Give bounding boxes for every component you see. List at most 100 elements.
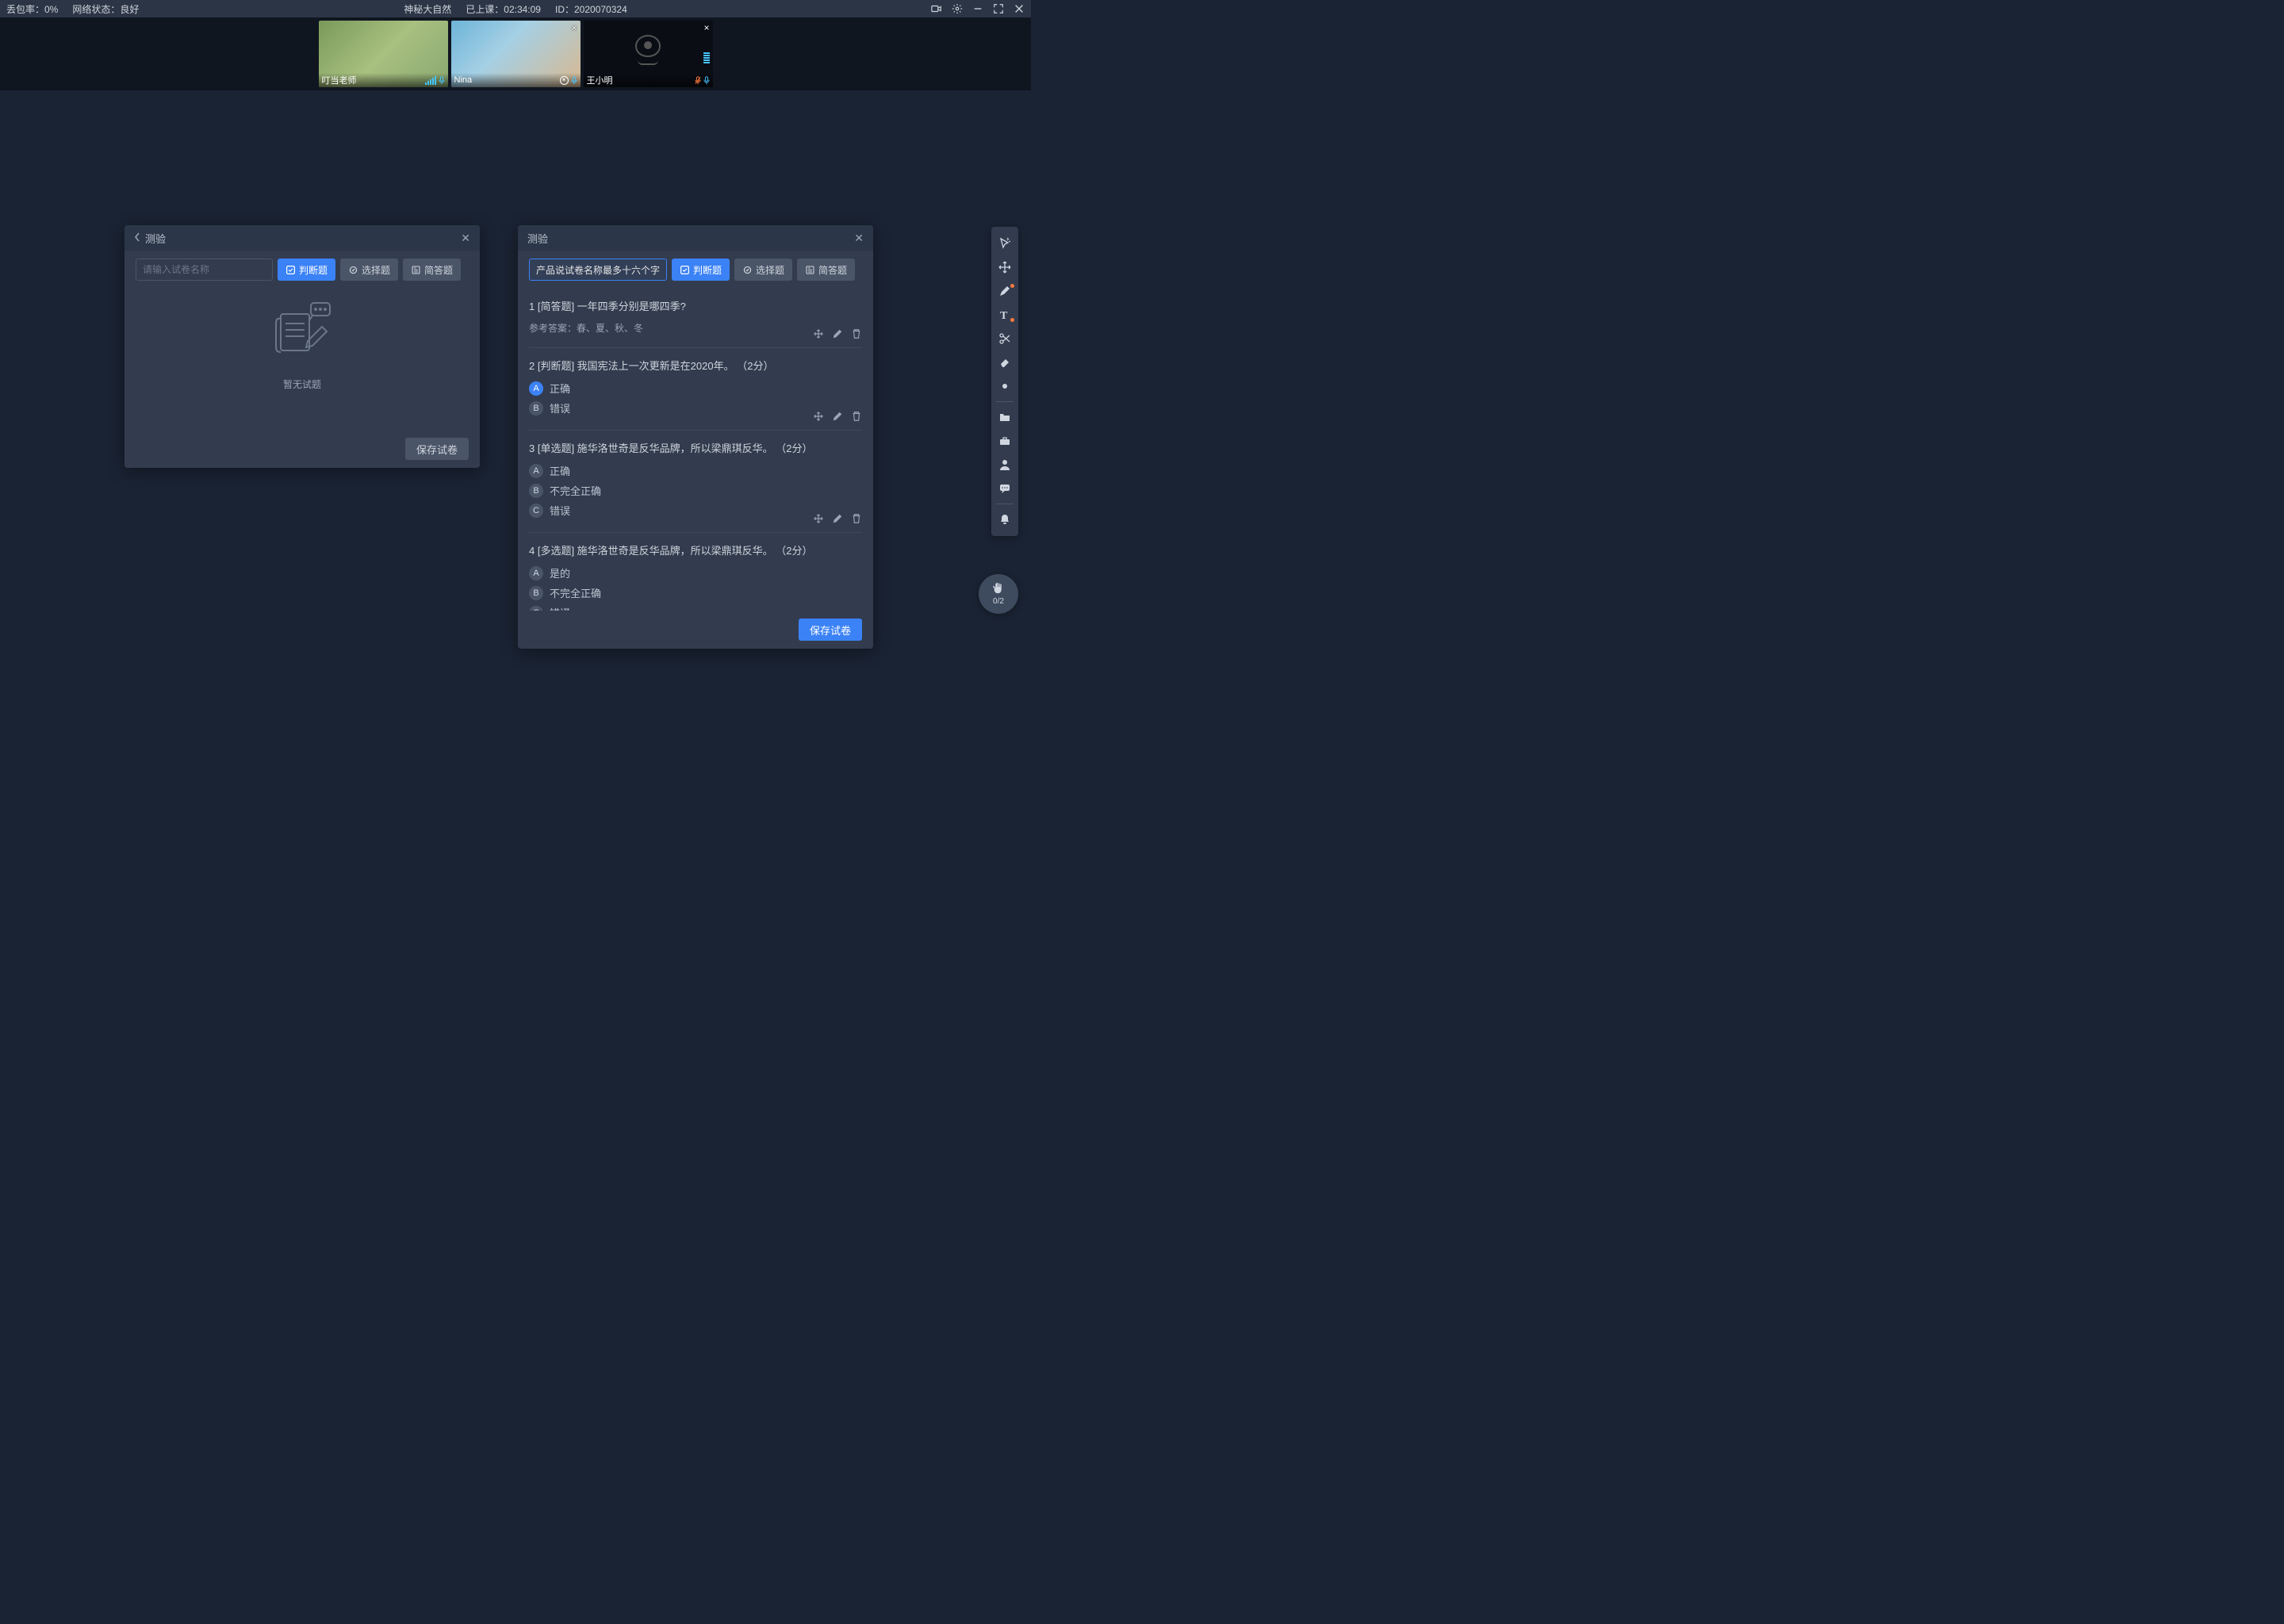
delete-question-icon[interactable]	[851, 328, 862, 339]
video-tile-teacher[interactable]: 叮当老师	[319, 21, 448, 87]
quiz-panel-editor: 测验 ✕ 产品说试卷名称最多十六个字 判断题 选择题 简答题 1 [简答题] 一…	[518, 225, 873, 649]
add-judge-button[interactable]: 判断题	[672, 259, 730, 281]
participant-video-row: 叮当老师 × Nina ✶ × 王小	[0, 17, 1031, 90]
elapsed-time: 已上课：02:34:09	[466, 2, 541, 16]
option-badge: B	[529, 401, 543, 416]
reference-answer: 参考答案：春、夏、秋、冬	[529, 321, 862, 335]
move-question-icon[interactable]	[813, 513, 824, 524]
course-name: 神秘大自然	[404, 2, 451, 16]
add-judge-button[interactable]: 判断题	[278, 259, 335, 281]
annotation-toolbar: T	[991, 227, 1018, 536]
participant-name: 叮当老师	[322, 74, 357, 86]
mic-muted-icon	[695, 76, 701, 85]
question-actions	[813, 328, 862, 339]
empty-state: 暂无试题	[136, 289, 469, 391]
delete-question-icon[interactable]	[851, 411, 862, 422]
pen-tool-icon[interactable]	[991, 279, 1018, 303]
option-label: 是的	[550, 565, 570, 580]
fullscreen-icon[interactable]	[993, 3, 1004, 14]
hand-raise-count: 0/2	[993, 597, 1004, 606]
tile-close-icon[interactable]: ×	[571, 22, 577, 33]
svg-text:T: T	[1000, 310, 1008, 321]
empty-text: 暂无试题	[283, 377, 321, 391]
question-title: 3 [单选题] 施华洛世奇是反华品牌，所以梁鼎琪反华。 （2分）	[529, 440, 862, 455]
edit-question-icon[interactable]	[832, 411, 843, 422]
quiz-name-input[interactable]	[136, 259, 273, 281]
participant-name: Nina	[454, 75, 473, 85]
question-title: 1 [简答题] 一年四季分别是哪四季?	[529, 298, 862, 313]
camera-off-icon	[635, 35, 661, 57]
eraser-tool-icon[interactable]	[991, 350, 1018, 374]
question-list: 1 [简答题] 一年四季分别是哪四季? 参考答案：春、夏、秋、冬 2 [判断题] 我…	[518, 289, 873, 611]
panel-title: 测验	[527, 231, 548, 246]
option-row[interactable]: B 错误	[529, 400, 862, 416]
volume-indicator-icon	[425, 76, 436, 85]
option-badge: C	[529, 606, 543, 611]
hand-raise-button[interactable]: 0/2	[979, 574, 1018, 614]
edit-question-icon[interactable]	[832, 328, 843, 339]
option-row[interactable]: B不完全正确	[529, 585, 862, 600]
option-label: 正确	[550, 463, 570, 478]
option-row[interactable]: C 错译	[529, 605, 862, 611]
toolbox-tool-icon[interactable]	[991, 429, 1018, 453]
edit-question-icon[interactable]	[832, 513, 843, 524]
move-question-icon[interactable]	[813, 411, 824, 422]
add-choice-button[interactable]: 选择题	[734, 259, 792, 281]
laser-tool-icon[interactable]	[991, 374, 1018, 398]
quiz-toolbar: 产品说试卷名称最多十六个字 判断题 选择题 简答题	[518, 251, 873, 289]
network-status-label: 网络状态：良好	[72, 2, 139, 16]
panel-header: 测验 ✕	[518, 225, 873, 251]
text-tool-icon[interactable]: T	[991, 303, 1018, 327]
video-tile-student[interactable]: × Nina ✶	[451, 21, 581, 87]
move-question-icon[interactable]	[813, 328, 824, 339]
option-badge: A	[529, 566, 543, 580]
question-block: 1 [简答题] 一年四季分别是哪四季? 参考答案：春、夏、秋、冬	[529, 289, 862, 348]
option-badge: A	[529, 381, 543, 396]
video-tile-student[interactable]: × 王小明	[584, 21, 713, 87]
camera-toggle-icon[interactable]	[931, 3, 942, 14]
option-label: 正确	[550, 381, 570, 396]
option-row[interactable]: A 正确	[529, 463, 862, 478]
close-window-icon[interactable]	[1014, 3, 1025, 14]
option-row[interactable]: A 是的	[529, 565, 862, 580]
quiz-panel-empty: 测验 ✕ 判断题 选择题 简答题	[125, 225, 480, 468]
bell-tool-icon[interactable]	[991, 508, 1018, 531]
user-tool-icon[interactable]	[991, 453, 1018, 477]
packet-loss-label: 丢包率：0%	[6, 2, 58, 16]
add-short-answer-button[interactable]: 简答题	[797, 259, 855, 281]
save-quiz-button[interactable]: 保存试卷	[405, 438, 469, 460]
minimize-icon[interactable]	[972, 3, 983, 14]
settings-icon[interactable]	[952, 3, 963, 14]
tile-close-icon[interactable]: ×	[703, 22, 709, 33]
folder-tool-icon[interactable]	[991, 405, 1018, 429]
back-icon[interactable]	[134, 232, 140, 244]
option-badge: A	[529, 464, 543, 478]
panel-close-icon[interactable]: ✕	[461, 232, 470, 245]
option-label: 错误	[550, 400, 570, 416]
chat-tool-icon[interactable]	[991, 477, 1018, 500]
panel-close-icon[interactable]: ✕	[854, 232, 864, 245]
option-badge: B	[529, 484, 543, 498]
save-quiz-button[interactable]: 保存试卷	[799, 619, 862, 641]
option-row[interactable]: A 正确	[529, 381, 862, 396]
cursor-tool-icon[interactable]	[991, 232, 1018, 255]
toolbar-divider	[996, 401, 1014, 402]
option-badge: C	[529, 504, 543, 518]
mic-on-icon	[703, 76, 710, 85]
option-badge: B	[529, 586, 543, 600]
quiz-name-input[interactable]: 产品说试卷名称最多十六个字	[529, 259, 667, 281]
option-row[interactable]: B不完全正确	[529, 483, 862, 498]
move-tool-icon[interactable]	[991, 255, 1018, 279]
question-title: 4 [多选题] 施华洛世奇是反华品牌，所以梁鼎琪反华。 （2分）	[529, 542, 862, 557]
option-row[interactable]: C 错误	[529, 503, 862, 518]
option-label: 错误	[550, 503, 570, 518]
volume-indicator-icon	[703, 52, 710, 63]
scissors-tool-icon[interactable]	[991, 327, 1018, 350]
option-label: 错译	[550, 605, 570, 611]
add-short-answer-button[interactable]: 简答题	[403, 259, 461, 281]
add-choice-button[interactable]: 选择题	[340, 259, 398, 281]
question-block: 4 [多选题] 施华洛世奇是反华品牌，所以梁鼎琪反华。 （2分） A 是的 B不完全正…	[529, 533, 862, 611]
question-actions	[813, 411, 862, 422]
question-title: 2 [判断题] 我国宪法上一次更新是在2020年。 （2分）	[529, 358, 862, 373]
delete-question-icon[interactable]	[851, 513, 862, 524]
